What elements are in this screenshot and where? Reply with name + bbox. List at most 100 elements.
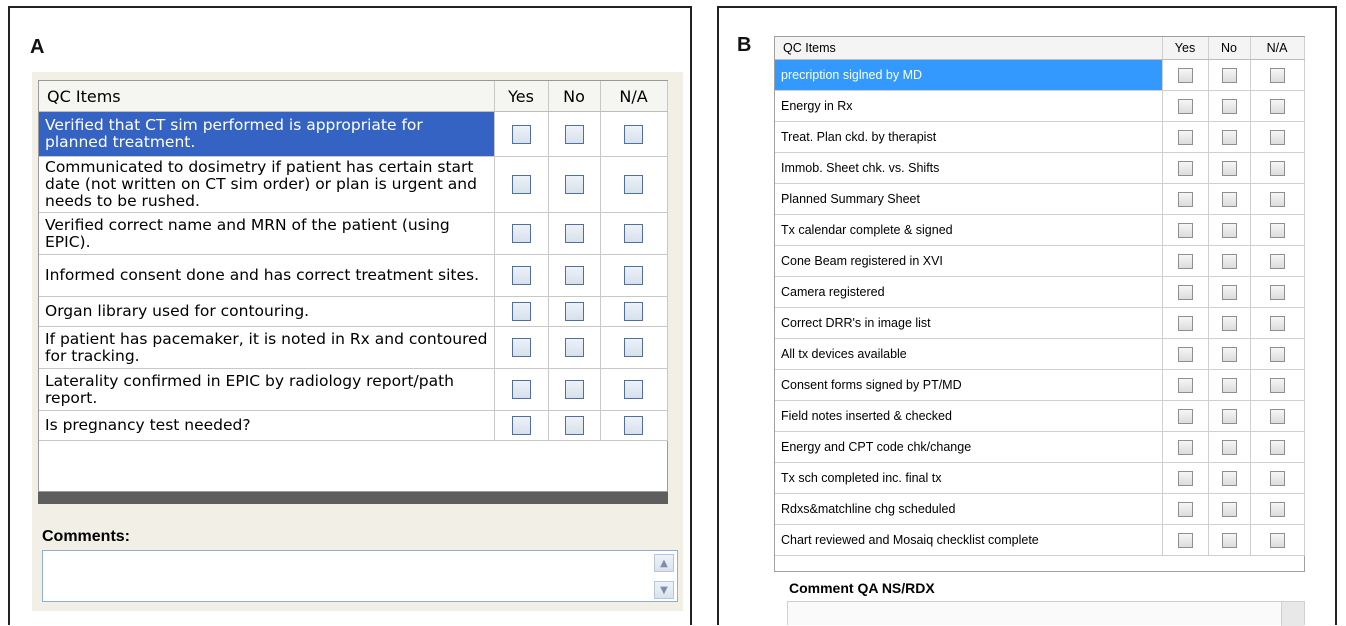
- qc-row[interactable]: Is pregnancy test needed?: [39, 410, 668, 441]
- na-checkbox[interactable]: [1269, 439, 1285, 455]
- col-header-no[interactable]: No: [548, 81, 601, 112]
- qc-row[interactable]: Organ library used for contouring.: [39, 296, 668, 327]
- na-checkbox[interactable]: [624, 175, 643, 194]
- yes-checkbox[interactable]: [1177, 439, 1193, 455]
- qc-item-label[interactable]: Energy and CPT code chk/change: [775, 431, 1163, 463]
- yes-checkbox[interactable]: [511, 124, 531, 144]
- na-checkbox[interactable]: [1269, 129, 1285, 145]
- no-checkbox[interactable]: [1221, 253, 1237, 269]
- yes-checkbox[interactable]: [1177, 98, 1193, 114]
- yes-checkbox[interactable]: [1177, 408, 1193, 424]
- qc-row[interactable]: Correct DRR's in image list: [775, 307, 1305, 339]
- qc-row[interactable]: Cone Beam registered in XVI: [775, 245, 1305, 277]
- col-header-na[interactable]: N/A: [600, 81, 668, 112]
- qc-item-label[interactable]: Consent forms signed by PT/MD: [775, 369, 1163, 401]
- qc-item-label[interactable]: Treat. Plan ckd. by therapist: [775, 121, 1163, 153]
- na-checkbox[interactable]: [1269, 160, 1285, 176]
- comment-scrollbar[interactable]: [1281, 602, 1304, 626]
- qc-row[interactable]: Tx calendar complete & signed: [775, 214, 1305, 246]
- no-checkbox[interactable]: [564, 338, 584, 357]
- yes-checkbox[interactable]: [1177, 67, 1193, 83]
- no-checkbox[interactable]: [1221, 439, 1237, 455]
- no-checkbox[interactable]: [564, 302, 584, 321]
- yes-checkbox[interactable]: [511, 302, 531, 321]
- qc-item-label[interactable]: All tx devices available: [775, 338, 1163, 370]
- na-checkbox[interactable]: [624, 380, 643, 399]
- qc-item-label[interactable]: Field notes inserted & checked: [775, 400, 1163, 432]
- qc-row[interactable]: Rdxs&matchline chg scheduled: [775, 493, 1305, 525]
- yes-checkbox[interactable]: [1177, 253, 1193, 269]
- qc-item-label[interactable]: Planned Summary Sheet: [775, 183, 1163, 215]
- no-checkbox[interactable]: [564, 124, 584, 144]
- qc-item-label[interactable]: precription siglned by MD: [775, 59, 1163, 91]
- qc-row[interactable]: Energy and CPT code chk/change: [775, 431, 1305, 463]
- qc-item-label[interactable]: Is pregnancy test needed?: [39, 410, 495, 441]
- qc-row[interactable]: Camera registered: [775, 276, 1305, 308]
- qc-item-label[interactable]: Energy in Rx: [775, 90, 1163, 122]
- na-checkbox[interactable]: [1269, 222, 1285, 238]
- no-checkbox[interactable]: [1221, 470, 1237, 486]
- no-checkbox[interactable]: [1221, 501, 1237, 517]
- qc-item-label[interactable]: Verified that CT sim performed is approp…: [39, 111, 495, 157]
- qc-row[interactable]: Energy in Rx: [775, 90, 1305, 122]
- qc-item-label[interactable]: Informed consent done and has correct tr…: [39, 254, 495, 297]
- qc-item-label[interactable]: Correct DRR's in image list: [775, 307, 1163, 339]
- yes-checkbox[interactable]: [1177, 532, 1193, 548]
- yes-checkbox[interactable]: [1177, 191, 1193, 207]
- qc-row[interactable]: Laterality confirmed in EPIC by radiolog…: [39, 368, 668, 411]
- qc-item-label[interactable]: Rdxs&matchline chg scheduled: [775, 493, 1163, 525]
- na-checkbox[interactable]: [624, 266, 643, 285]
- qc-row[interactable]: precription siglned by MD: [775, 59, 1305, 91]
- no-checkbox[interactable]: [1221, 160, 1237, 176]
- no-checkbox[interactable]: [564, 224, 584, 243]
- qc-row[interactable]: Tx sch completed inc. final tx: [775, 462, 1305, 494]
- qc-row[interactable]: Chart reviewed and Mosaiq checklist comp…: [775, 524, 1305, 556]
- yes-checkbox[interactable]: [1177, 346, 1193, 362]
- na-checkbox[interactable]: [1269, 253, 1285, 269]
- qc-row[interactable]: Planned Summary Sheet: [775, 183, 1305, 215]
- col-header-qc-items[interactable]: QC Items: [775, 37, 1163, 60]
- na-checkbox[interactable]: [1269, 470, 1285, 486]
- qc-item-label[interactable]: Tx sch completed inc. final tx: [775, 462, 1163, 494]
- na-checkbox[interactable]: [1269, 408, 1285, 424]
- no-checkbox[interactable]: [1221, 222, 1237, 238]
- yes-checkbox[interactable]: [1177, 222, 1193, 238]
- qc-row[interactable]: Verified that CT sim performed is approp…: [39, 111, 668, 157]
- na-checkbox[interactable]: [1269, 532, 1285, 548]
- no-checkbox[interactable]: [1221, 346, 1237, 362]
- yes-checkbox[interactable]: [1177, 284, 1193, 300]
- no-checkbox[interactable]: [1221, 67, 1237, 83]
- scroll-down-icon[interactable]: ▼: [654, 581, 674, 599]
- qc-item-label[interactable]: If patient has pacemaker, it is noted in…: [39, 326, 495, 369]
- col-header-yes[interactable]: Yes: [1162, 37, 1209, 60]
- no-checkbox[interactable]: [1221, 191, 1237, 207]
- na-checkbox[interactable]: [1269, 191, 1285, 207]
- qc-row[interactable]: Consent forms signed by PT/MD: [775, 369, 1305, 401]
- no-checkbox[interactable]: [1221, 532, 1237, 548]
- yes-checkbox[interactable]: [1177, 315, 1193, 331]
- na-checkbox[interactable]: [1269, 284, 1285, 300]
- na-checkbox[interactable]: [1269, 346, 1285, 362]
- na-checkbox[interactable]: [1269, 67, 1285, 83]
- na-checkbox[interactable]: [624, 338, 643, 357]
- no-checkbox[interactable]: [564, 266, 584, 285]
- yes-checkbox[interactable]: [511, 338, 531, 357]
- yes-checkbox[interactable]: [1177, 501, 1193, 517]
- yes-checkbox[interactable]: [1177, 160, 1193, 176]
- na-checkbox[interactable]: [1269, 315, 1285, 331]
- qc-item-label[interactable]: Laterality confirmed in EPIC by radiolog…: [39, 368, 495, 411]
- comment-qa-textarea[interactable]: [787, 601, 1305, 626]
- yes-checkbox[interactable]: [511, 266, 531, 285]
- qc-row[interactable]: All tx devices available: [775, 338, 1305, 370]
- qc-item-label[interactable]: Organ library used for contouring.: [39, 296, 495, 327]
- qc-row[interactable]: If patient has pacemaker, it is noted in…: [39, 326, 668, 369]
- yes-checkbox[interactable]: [1177, 129, 1193, 145]
- qc-item-label[interactable]: Verified correct name and MRN of the pat…: [39, 212, 495, 255]
- na-checkbox[interactable]: [1269, 377, 1285, 393]
- col-header-na[interactable]: N/A: [1250, 37, 1305, 60]
- qc-row[interactable]: Field notes inserted & checked: [775, 400, 1305, 432]
- no-checkbox[interactable]: [1221, 129, 1237, 145]
- qc-item-label[interactable]: Immob. Sheet chk. vs. Shifts: [775, 152, 1163, 184]
- yes-checkbox[interactable]: [1177, 470, 1193, 486]
- no-checkbox[interactable]: [564, 175, 584, 194]
